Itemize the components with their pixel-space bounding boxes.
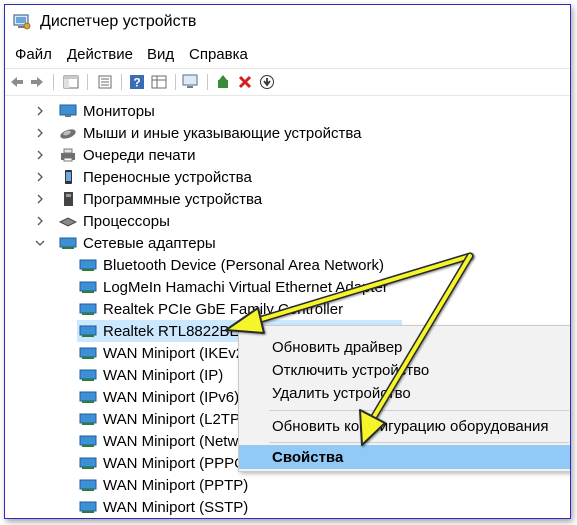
printer-icon bbox=[61, 148, 75, 162]
adapter-label: LogMeIn Hamachi Virtual Ethernet Adapter bbox=[103, 278, 388, 296]
network-adapter-icon bbox=[79, 325, 97, 337]
adapter-row[interactable]: Realtek PCIe GbE Family Controller bbox=[79, 298, 343, 320]
console-tree-icon[interactable] bbox=[61, 72, 81, 92]
adapter-label: Bluetooth Device (Personal Area Network) bbox=[103, 256, 384, 274]
adapter-row[interactable]: WAN Miniport (PPPOE) bbox=[79, 452, 261, 474]
ctx-separator bbox=[269, 442, 569, 443]
chevron-right-icon[interactable] bbox=[35, 193, 45, 205]
tree-category-print-queues[interactable]: Очереди печати bbox=[35, 144, 196, 166]
chevron-right-icon[interactable] bbox=[35, 105, 45, 117]
adapter-row[interactable]: LogMeIn Hamachi Virtual Ethernet Adapter bbox=[79, 276, 388, 298]
chevron-right-icon[interactable] bbox=[35, 215, 45, 227]
adapter-row[interactable]: WAN Miniport (SSTP) bbox=[79, 496, 248, 518]
forward-arrow-icon[interactable] bbox=[27, 72, 47, 92]
adapter-row[interactable]: WAN Miniport (IP) bbox=[79, 364, 223, 386]
device-manager-app-icon bbox=[13, 14, 31, 30]
tree-category-processors[interactable]: Процессоры bbox=[35, 210, 170, 232]
tree-category-label: Мониторы bbox=[83, 102, 155, 120]
adapter-row[interactable]: WAN Miniport (IPv6) bbox=[79, 386, 239, 408]
network-adapter-icon bbox=[79, 347, 97, 359]
uninstall-x-icon[interactable] bbox=[235, 72, 255, 92]
network-adapter-icon bbox=[79, 369, 97, 381]
tree-category-label: Мыши и иные указывающие устройства bbox=[83, 124, 362, 142]
tree-category-monitors[interactable]: Мониторы bbox=[35, 100, 155, 122]
back-arrow-icon[interactable] bbox=[7, 72, 27, 92]
menu-file[interactable]: Файл bbox=[15, 46, 52, 63]
ctx-uninstall-device[interactable]: Удалить устройство bbox=[239, 382, 570, 404]
network-adapter-icon bbox=[79, 259, 97, 271]
tree-category-software[interactable]: Программные устройства bbox=[35, 188, 262, 210]
ctx-scan-hardware[interactable]: Обновить конфигурацию оборудования bbox=[239, 415, 570, 437]
network-adapter-icon bbox=[79, 391, 97, 403]
chevron-down-icon[interactable] bbox=[35, 237, 45, 249]
tree-category-network-adapters[interactable]: Сетевые адаптеры bbox=[35, 232, 216, 254]
tree-category-label: Процессоры bbox=[83, 212, 170, 230]
network-adapter-icon bbox=[79, 303, 97, 315]
tree-category-mice[interactable]: Мыши и иные указывающие устройства bbox=[35, 122, 361, 144]
adapter-label: WAN Miniport (IKEv2) bbox=[103, 344, 250, 362]
tree-category-label: Программные устройства bbox=[83, 190, 263, 208]
mouse-icon bbox=[60, 129, 76, 139]
cpu-icon bbox=[59, 217, 77, 227]
help-icon[interactable]: ? bbox=[127, 72, 147, 92]
tree-category-label: Очереди печати bbox=[83, 146, 196, 164]
menu-view[interactable]: Вид bbox=[147, 46, 174, 63]
tree-category-label: Сетевые адаптеры bbox=[83, 234, 216, 252]
menu-action[interactable]: Действие bbox=[67, 46, 133, 63]
software-device-icon bbox=[64, 192, 73, 206]
tree-category-label: Переносные устройства bbox=[83, 168, 252, 186]
ctx-separator bbox=[269, 410, 569, 411]
adapter-label: WAN Miniport (IPv6) bbox=[103, 388, 240, 406]
tree-category-portable[interactable]: Переносные устройства bbox=[35, 166, 252, 188]
ctx-properties[interactable]: Свойства bbox=[239, 445, 570, 469]
adapter-row[interactable]: WAN Miniport (PPTP) bbox=[79, 474, 248, 496]
adapter-label: WAN Miniport (PPTP) bbox=[103, 476, 249, 494]
device-manager-window: Диспетчер устройств Файл Действие Вид Сп… bbox=[4, 4, 571, 519]
chevron-right-icon[interactable] bbox=[35, 127, 45, 139]
menu-bar: Файл Действие Вид Справка bbox=[5, 43, 570, 67]
update-driver-icon[interactable] bbox=[213, 72, 233, 92]
adapter-label: WAN Miniport (L2TP) bbox=[103, 410, 245, 428]
network-adapter-icon bbox=[79, 413, 97, 425]
svg-text:?: ? bbox=[133, 76, 140, 90]
menu-help[interactable]: Справка bbox=[189, 46, 248, 63]
monitor-icon bbox=[59, 104, 77, 117]
scan-hardware-icon[interactable] bbox=[181, 72, 201, 92]
network-adapter-icon bbox=[79, 457, 97, 469]
download-circle-icon[interactable] bbox=[257, 72, 277, 92]
adapter-label: WAN Miniport (IP) bbox=[103, 366, 224, 384]
network-adapter-icon bbox=[79, 479, 97, 491]
chevron-right-icon[interactable] bbox=[35, 171, 45, 183]
context-menu: Обновить драйвер Отключить устройство Уд… bbox=[238, 325, 570, 472]
adapter-row[interactable]: WAN Miniport (L2TP) bbox=[79, 408, 245, 430]
toolbar: ? bbox=[5, 68, 570, 96]
network-adapter-icon bbox=[79, 501, 97, 513]
network-adapter-icon bbox=[59, 237, 77, 249]
properties-sheet-icon[interactable] bbox=[95, 72, 115, 92]
network-adapter-icon bbox=[79, 281, 97, 293]
adapter-row[interactable]: Bluetooth Device (Personal Area Network) bbox=[79, 254, 384, 276]
network-adapter-icon bbox=[79, 435, 97, 447]
adapter-row[interactable]: WAN Miniport (IKEv2) bbox=[79, 342, 249, 364]
ctx-update-driver[interactable]: Обновить драйвер bbox=[239, 336, 570, 358]
adapter-label: WAN Miniport (SSTP) bbox=[103, 498, 249, 516]
title-bar: Диспетчер устройств bbox=[5, 5, 570, 39]
window-title: Диспетчер устройств bbox=[40, 13, 197, 30]
chevron-right-icon[interactable] bbox=[35, 149, 45, 161]
portable-device-icon bbox=[65, 170, 72, 184]
ctx-disable-device[interactable]: Отключить устройство bbox=[239, 359, 570, 381]
grid-view-icon[interactable] bbox=[149, 72, 169, 92]
adapter-label: Realtek PCIe GbE Family Controller bbox=[103, 300, 344, 318]
